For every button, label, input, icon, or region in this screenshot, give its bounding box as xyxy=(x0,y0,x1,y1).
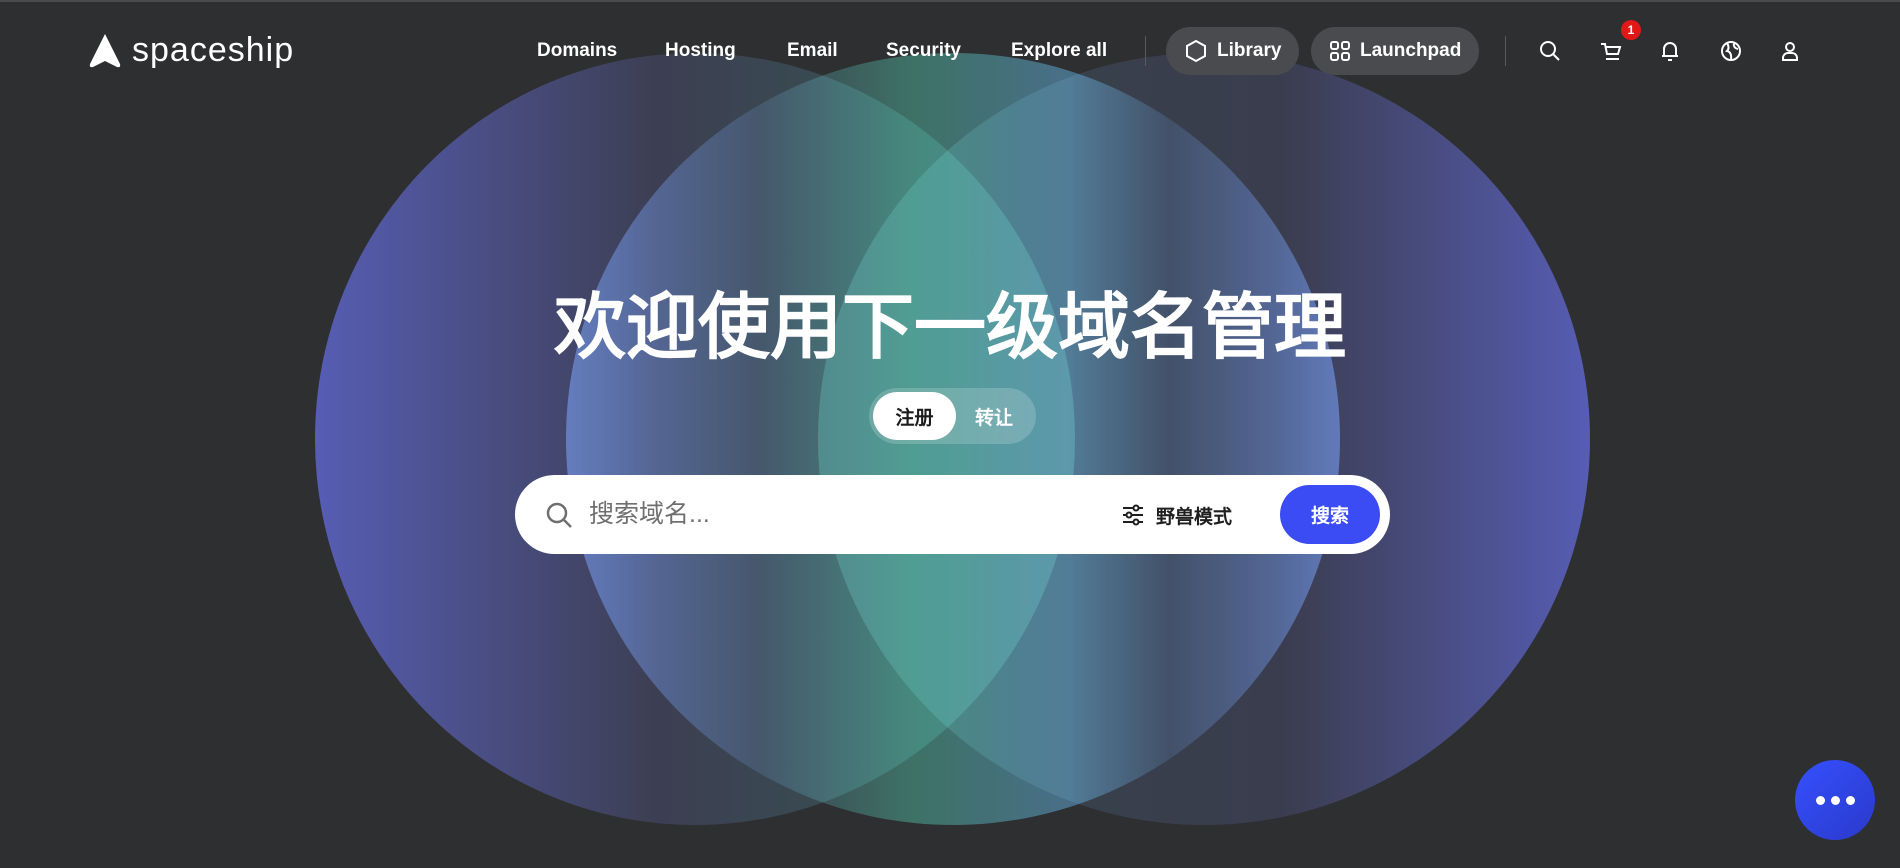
logo[interactable]: spaceship xyxy=(88,31,294,70)
launchpad-label: Launchpad xyxy=(1360,40,1462,61)
search-icon[interactable] xyxy=(1537,38,1563,64)
logo-text: spaceship xyxy=(132,31,295,69)
nav-email[interactable]: Email xyxy=(787,40,838,62)
nav-hosting[interactable]: Hosting xyxy=(665,40,736,62)
header: spaceship Domains Hosting Email Security… xyxy=(0,0,1900,100)
library-button[interactable]: Library xyxy=(1166,27,1300,75)
hero-title: 欢迎使用下一级域名管理 xyxy=(553,288,1346,368)
dot xyxy=(1815,795,1825,805)
search-button[interactable]: 搜索 xyxy=(1280,485,1380,544)
hexagon-icon xyxy=(1186,39,1206,63)
globe-icon[interactable] xyxy=(1718,38,1744,64)
divider xyxy=(1145,36,1146,66)
beast-mode-button[interactable]: 野兽模式 xyxy=(1122,497,1232,533)
nav-security[interactable]: Security xyxy=(886,40,961,62)
sliders-icon xyxy=(1123,504,1143,526)
library-label: Library xyxy=(1217,40,1282,61)
bell-icon[interactable] xyxy=(1657,38,1683,64)
divider xyxy=(1505,36,1506,66)
dot xyxy=(1830,795,1840,805)
beast-mode-label: 野兽模式 xyxy=(1156,506,1233,528)
nav-domains[interactable]: Domains xyxy=(537,40,617,62)
grid-icon xyxy=(1330,41,1350,61)
domain-search-bar: 野兽模式 搜索 xyxy=(515,475,1390,554)
cart-count-badge: 1 xyxy=(1621,20,1641,40)
spaceship-logo-icon xyxy=(89,33,121,67)
domain-search-input[interactable] xyxy=(589,489,1089,539)
register-transfer-toggle: 注册 转让 xyxy=(869,388,1036,444)
tab-transfer[interactable]: 转让 xyxy=(956,392,1032,440)
launchpad-button[interactable]: Launchpad xyxy=(1311,27,1480,75)
dot xyxy=(1845,795,1855,805)
tab-register[interactable]: 注册 xyxy=(873,392,956,440)
nav-explore-all[interactable]: Explore all xyxy=(1011,40,1107,62)
search-icon xyxy=(546,502,572,528)
cart-icon[interactable] xyxy=(1598,38,1624,64)
user-icon[interactable] xyxy=(1777,38,1803,64)
chat-button[interactable] xyxy=(1795,760,1875,840)
